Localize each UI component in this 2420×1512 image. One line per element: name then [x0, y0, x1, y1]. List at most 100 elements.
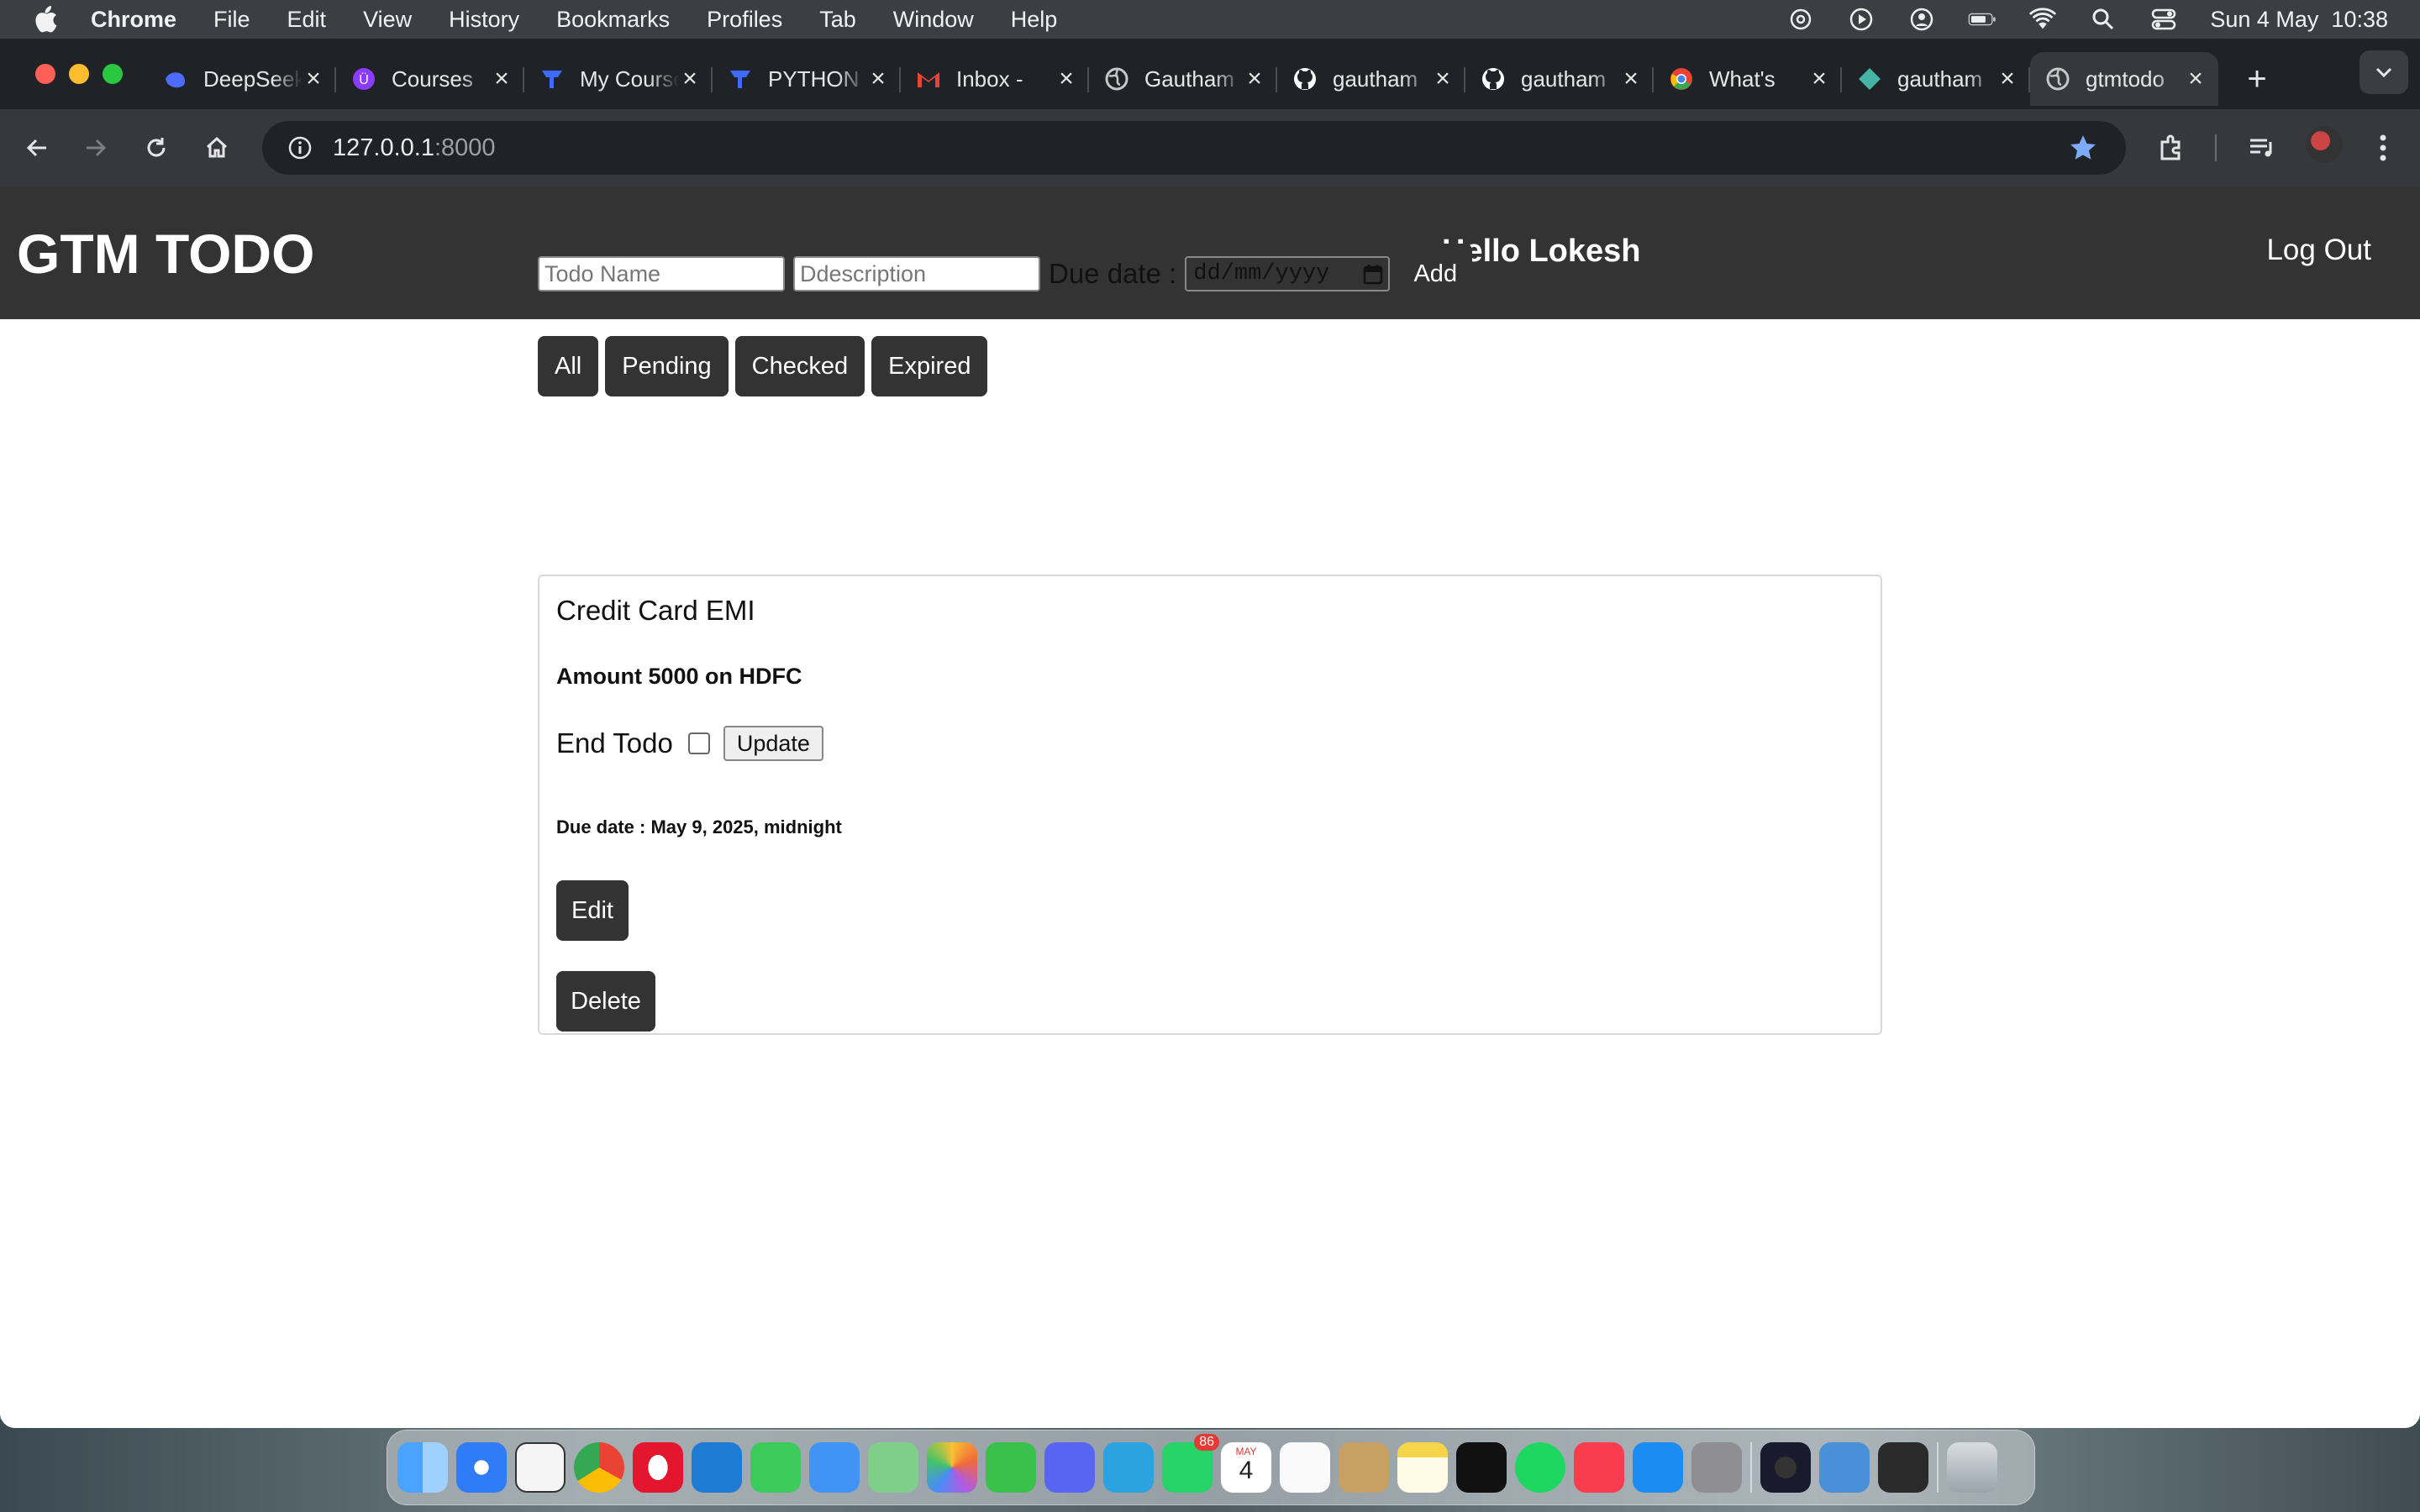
browser-tab[interactable]: Ü Courses × [336, 52, 524, 106]
new-tab-button[interactable]: + [2240, 60, 2274, 98]
tab-search-button[interactable] [2360, 50, 2408, 94]
chrome-menu-button[interactable] [2366, 131, 2400, 165]
preview-icon[interactable] [1819, 1442, 1870, 1493]
menu-tab[interactable]: Tab [819, 7, 856, 33]
add-todo-button[interactable]: Add [1398, 244, 1473, 304]
menu-help[interactable]: Help [1011, 7, 1058, 33]
calendar-icon[interactable] [1363, 263, 1383, 285]
spotlight-search-icon[interactable] [2089, 7, 2118, 32]
contacts-icon[interactable] [1339, 1442, 1389, 1493]
update-button[interactable]: Update [723, 726, 823, 761]
due-date-input[interactable]: dd/mm/yyyy [1185, 256, 1391, 291]
end-todo-checkbox[interactable] [687, 732, 710, 754]
battery-icon[interactable] [1968, 7, 1996, 32]
opera-icon[interactable] [633, 1442, 683, 1493]
browser-tab[interactable]: PYTHON × [713, 52, 901, 106]
filter-expired-button[interactable]: Expired [871, 336, 988, 396]
vscode-icon[interactable] [692, 1442, 742, 1493]
close-tab-icon[interactable]: × [1055, 65, 1077, 92]
site-info-icon[interactable] [279, 127, 321, 169]
menu-bookmarks[interactable]: Bookmarks [556, 7, 670, 33]
menu-profiles[interactable]: Profiles [707, 7, 782, 33]
close-tab-icon[interactable]: × [1244, 65, 1265, 92]
todo-description-input[interactable] [793, 256, 1040, 291]
menubar-datetime[interactable]: Sun 4 May 10:38 [2210, 7, 2388, 33]
notes-icon[interactable] [1397, 1442, 1448, 1493]
menu-app-name[interactable]: Chrome [91, 7, 176, 33]
chatgpt-status-icon[interactable] [1786, 7, 1815, 32]
brand-title[interactable]: GTM TODO [17, 222, 314, 286]
reload-button[interactable] [139, 131, 173, 165]
app-store-icon[interactable] [1633, 1442, 1683, 1493]
back-button[interactable] [20, 131, 54, 165]
apple-tv-icon[interactable] [1456, 1442, 1507, 1493]
menu-edit[interactable]: Edit [287, 7, 327, 33]
browser-tab[interactable]: gautham × [1277, 52, 1465, 106]
browser-tab[interactable]: Gautham × [1089, 52, 1277, 106]
close-tab-icon[interactable]: × [679, 65, 701, 92]
bookmark-star-icon[interactable] [2069, 134, 2097, 162]
close-window-button[interactable] [35, 64, 55, 84]
menu-view[interactable]: View [363, 7, 412, 33]
messages-icon[interactable] [750, 1442, 801, 1493]
filter-checked-button[interactable]: Checked [734, 336, 865, 396]
home-button[interactable] [200, 131, 234, 165]
discord-icon[interactable] [1044, 1442, 1095, 1493]
address-bar[interactable]: 127.0.0.1:8000 [262, 121, 2126, 175]
extensions-button[interactable] [2154, 131, 2188, 165]
control-center-icon[interactable] [2149, 7, 2178, 32]
close-tab-icon[interactable]: × [867, 65, 889, 92]
delete-button[interactable]: Delete [556, 971, 655, 1032]
filter-all-button[interactable]: All [538, 336, 599, 396]
davinci-resolve-icon[interactable] [1878, 1442, 1928, 1493]
wifi-icon[interactable] [2028, 7, 2057, 32]
browser-tab[interactable]: What's × [1654, 52, 1842, 106]
close-tab-icon[interactable]: × [1432, 65, 1454, 92]
course-icon: Ü [351, 66, 376, 92]
trash-icon[interactable] [1947, 1442, 1997, 1493]
whatsapp-icon[interactable]: 86 [1162, 1434, 1219, 1493]
facetime-icon[interactable] [986, 1442, 1036, 1493]
close-tab-icon[interactable]: × [2185, 65, 2207, 92]
chrome-icon[interactable] [574, 1442, 624, 1493]
mail-icon[interactable] [809, 1442, 860, 1493]
menu-file[interactable]: File [213, 7, 250, 33]
profile-avatar[interactable] [2306, 126, 2343, 163]
minimize-window-button[interactable] [69, 64, 89, 84]
browser-tab[interactable]: gtmtodo × [2030, 52, 2218, 106]
browser-tab[interactable]: gautham × [1842, 52, 2030, 106]
filter-pending-button[interactable]: Pending [605, 336, 729, 396]
finder-icon[interactable] [397, 1442, 448, 1493]
telegram-icon[interactable] [1103, 1442, 1154, 1493]
photos-icon[interactable] [927, 1442, 977, 1493]
todo-name-input[interactable] [538, 256, 785, 291]
music-icon[interactable] [1574, 1442, 1624, 1493]
forward-button[interactable] [79, 131, 113, 165]
chatgpt-icon[interactable] [515, 1442, 566, 1493]
browser-tab[interactable]: DeepSeek × [148, 52, 336, 106]
browser-tab[interactable]: Inbox - × [901, 52, 1089, 106]
reminders-icon[interactable] [1280, 1442, 1330, 1493]
menu-history[interactable]: History [449, 7, 519, 33]
zoom-window-button[interactable] [103, 64, 123, 84]
media-control-button[interactable] [2245, 131, 2279, 165]
close-tab-icon[interactable]: × [1808, 65, 1830, 92]
close-tab-icon[interactable]: × [1996, 65, 2018, 92]
spotify-icon[interactable] [1515, 1442, 1565, 1493]
browser-tab[interactable]: gautham × [1465, 52, 1654, 106]
menu-window[interactable]: Window [893, 7, 974, 33]
edit-button[interactable]: Edit [556, 880, 629, 941]
apple-logo-icon[interactable] [32, 6, 59, 33]
play-status-icon[interactable] [1847, 7, 1876, 32]
safari-icon[interactable] [456, 1442, 507, 1493]
logout-link[interactable]: Log Out [2266, 234, 2371, 267]
close-tab-icon[interactable]: × [491, 65, 513, 92]
user-status-icon[interactable] [1907, 7, 1936, 32]
maps-icon[interactable] [868, 1442, 918, 1493]
calendar-app-icon[interactable]: MAY 4 [1221, 1442, 1271, 1493]
close-tab-icon[interactable]: × [302, 65, 324, 92]
system-settings-icon[interactable] [1691, 1442, 1742, 1493]
close-tab-icon[interactable]: × [1620, 65, 1642, 92]
obs-icon[interactable] [1760, 1442, 1811, 1493]
browser-tab[interactable]: My Courses× [524, 52, 713, 106]
